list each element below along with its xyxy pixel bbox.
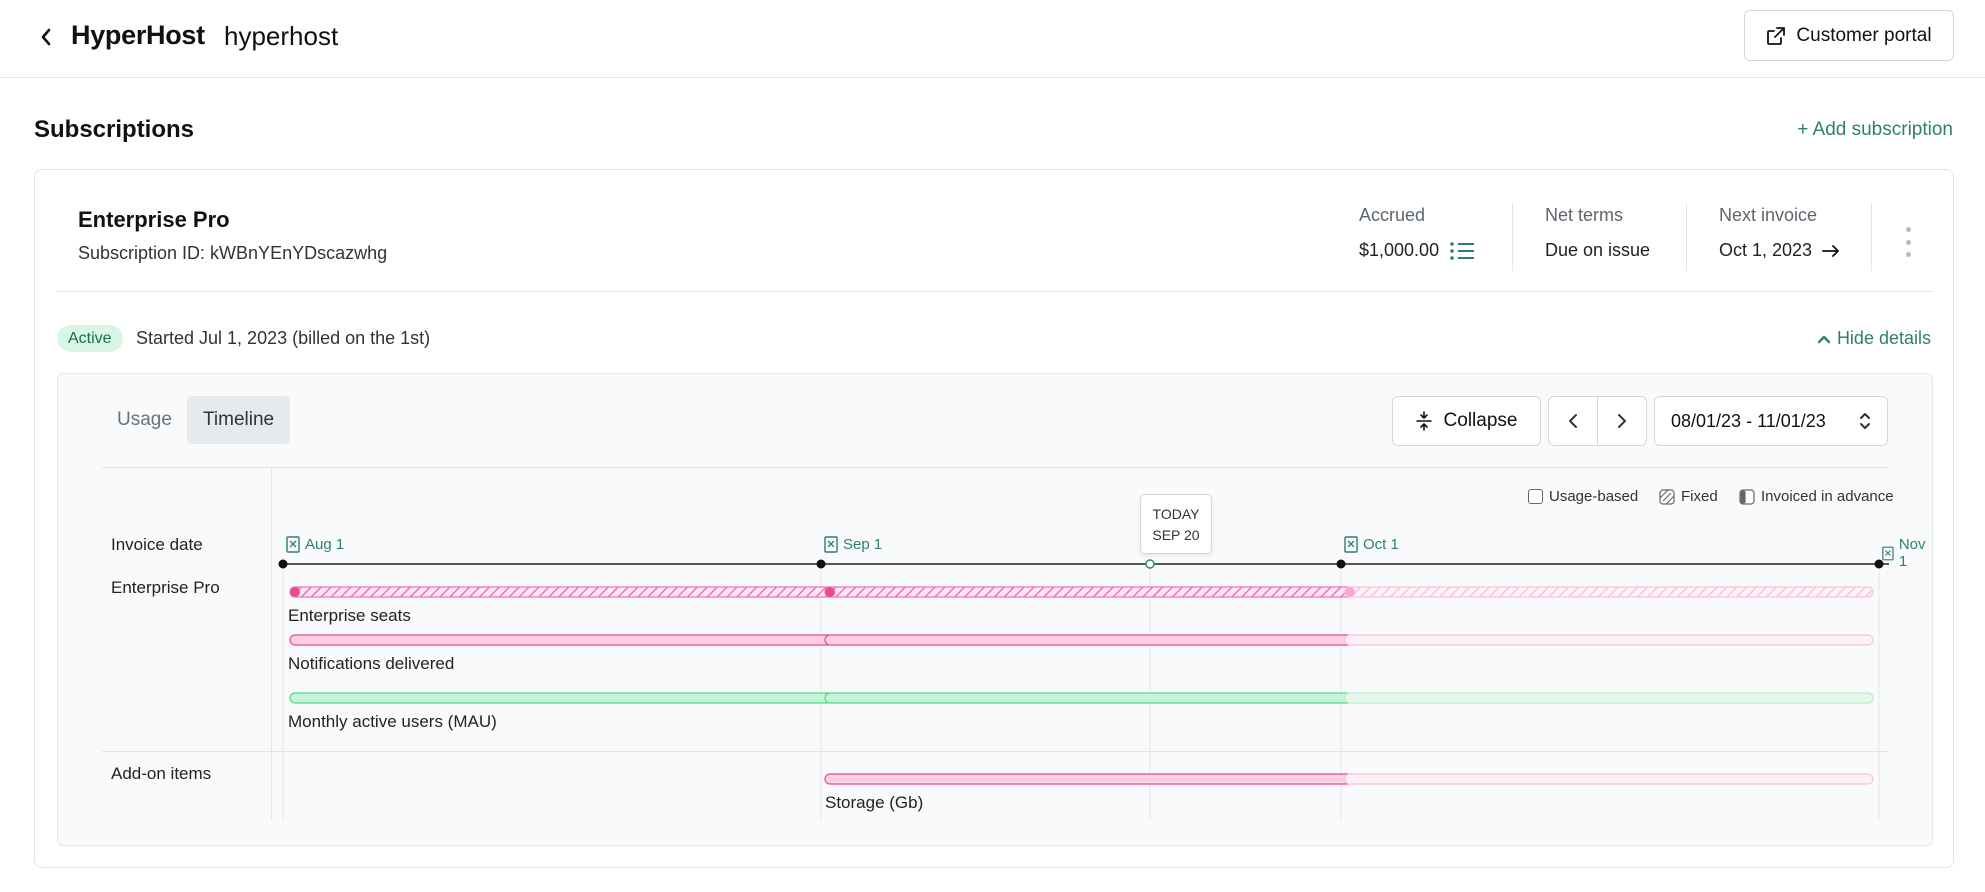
arrow-right-icon — [1822, 244, 1839, 257]
line-item-label: Enterprise seats — [288, 606, 411, 625]
date-text: Aug 1 — [305, 536, 345, 553]
invoice-icon — [824, 536, 838, 553]
external-link-icon — [1767, 26, 1786, 45]
meta-divider — [1512, 203, 1513, 271]
customer-portal-button[interactable]: Customer portal — [1744, 10, 1954, 61]
chevron-left-icon — [41, 28, 51, 46]
add-subscription-link[interactable]: + Add subscription — [1797, 119, 1953, 141]
invoice-date-label: Sep 1 — [824, 536, 882, 553]
today-dot — [1145, 559, 1155, 569]
today-label: TODAY — [1152, 506, 1200, 522]
timeline-bar — [1344, 586, 1874, 598]
next-invoice-block: Next invoice Oct 1, 2023 — [1719, 205, 1840, 261]
timeline-bar — [824, 634, 1354, 646]
chevron-up-icon — [1817, 335, 1831, 343]
accrued-label: Accrued — [1359, 205, 1426, 225]
invoice-date-dot — [278, 559, 288, 569]
status-badge: Active — [57, 325, 123, 352]
timeline-bar — [1344, 773, 1874, 785]
timeline-bar — [824, 773, 1354, 785]
subscription-id: Subscription ID: kWBnYEnYDscazwhg — [78, 243, 388, 263]
date-text: Nov 1 — [1898, 536, 1926, 570]
timeline-bar — [289, 692, 834, 704]
invoice-icon — [1344, 536, 1358, 553]
invoice-icon — [286, 536, 300, 553]
list-icon[interactable] — [1449, 241, 1475, 261]
date-text: Sep 1 — [843, 536, 883, 553]
timeline-bar — [289, 634, 834, 646]
customer-slug: hyperhost — [224, 21, 339, 51]
next-invoice-label: Next invoice — [1719, 205, 1818, 225]
back-button[interactable] — [36, 22, 56, 52]
net-terms-block: Net terms Due on issue — [1545, 205, 1650, 261]
invoice-date-dot — [1336, 559, 1346, 569]
today-date: SEP 20 — [1152, 527, 1200, 543]
today-marker: TODAY SEP 20 — [1140, 494, 1212, 554]
period-start-dot — [290, 587, 300, 597]
net-terms-value: Due on issue — [1545, 240, 1651, 260]
section-title: Subscriptions — [34, 116, 195, 143]
invoice-date-label: Nov 1 — [1882, 536, 1932, 570]
timeline-bar — [824, 586, 1354, 598]
hide-details-toggle[interactable]: Hide details — [1817, 328, 1931, 349]
accrued-value: $1,000.00 — [1359, 240, 1440, 260]
next-invoice-link[interactable]: Oct 1, 2023 — [1719, 240, 1840, 261]
timeline-bar — [1344, 634, 1874, 646]
details-panel: Usage Timeline Collapse 08/01/23 - 11/01… — [57, 373, 1933, 846]
more-options-icon[interactable] — [1903, 227, 1913, 257]
line-item-label: Storage (Gb) — [825, 793, 924, 812]
date-text: Oct 1 — [1363, 536, 1399, 553]
invoice-date-dot — [816, 559, 826, 569]
invoice-date-label: Oct 1 — [1344, 536, 1399, 553]
meta-divider — [1871, 203, 1872, 271]
accrued-block: Accrued $1,000.00 — [1359, 205, 1475, 261]
plan-name: Enterprise Pro — [78, 207, 230, 232]
customer-name: HyperHost — [71, 20, 205, 50]
timeline-bar — [1344, 692, 1874, 704]
next-invoice-value: Oct 1, 2023 — [1719, 240, 1813, 260]
hide-details-label: Hide details — [1836, 328, 1931, 348]
line-item-label: Notifications delivered — [288, 654, 455, 673]
card-divider — [57, 291, 1933, 292]
top-bar: HyperHost hyperhost Customer portal — [0, 0, 1985, 78]
meta-divider — [1686, 203, 1687, 271]
line-item-label: Monthly active users (MAU) — [288, 712, 497, 731]
subscription-card: Enterprise Pro Subscription ID: kWBnYEnY… — [34, 169, 1954, 868]
timeline-bar — [289, 586, 834, 598]
timeline-bar — [824, 692, 1354, 704]
net-terms-label: Net terms — [1545, 205, 1624, 225]
invoice-icon — [1882, 546, 1894, 560]
period-start-dot — [1345, 587, 1355, 597]
invoice-date-label: Aug 1 — [286, 536, 344, 553]
customer-portal-label: Customer portal — [1796, 24, 1932, 46]
period-start-dot — [825, 587, 835, 597]
start-date-text: Started Jul 1, 2023 (billed on the 1st) — [136, 328, 431, 348]
